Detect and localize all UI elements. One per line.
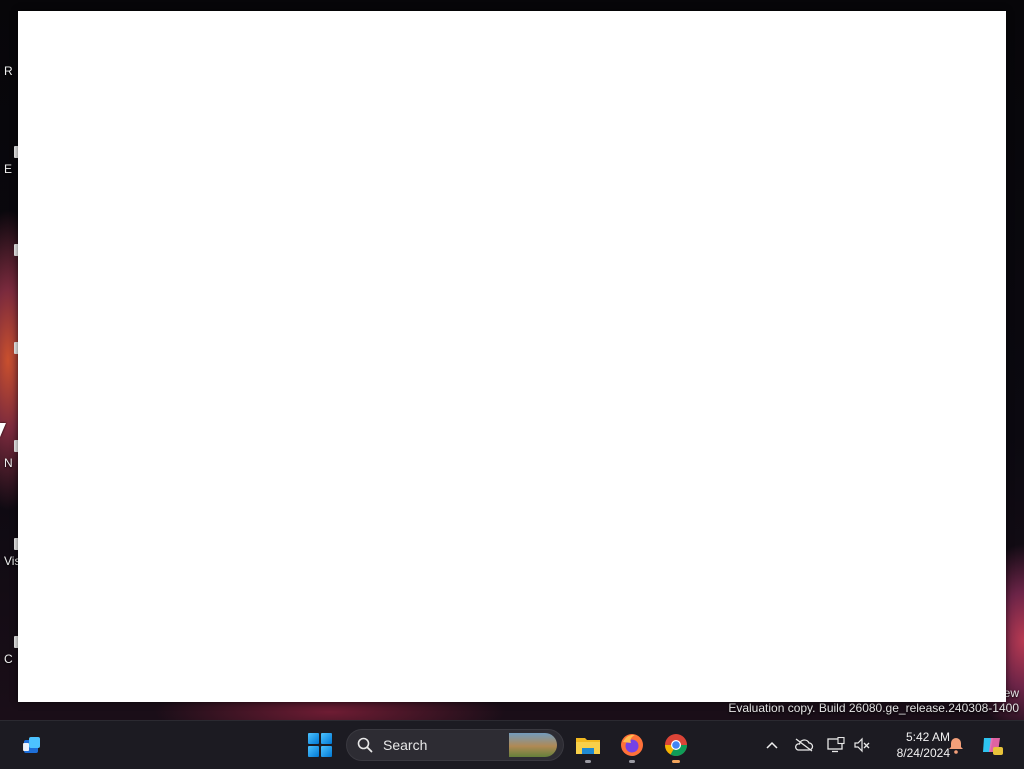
widgets-icon [23, 737, 40, 753]
network-button[interactable] [824, 733, 848, 757]
copilot-icon [983, 738, 1003, 755]
desktop-icon-c[interactable]: C [0, 628, 22, 688]
search-highlight-image [509, 733, 557, 757]
desktop-icon-app[interactable] [0, 236, 22, 296]
notifications-button[interactable] [944, 733, 968, 757]
copilot-button[interactable] [980, 733, 1004, 757]
taskbar-app-chrome[interactable] [656, 725, 696, 765]
widgets-button[interactable] [12, 725, 52, 765]
clock-date: 8/24/2024 [896, 746, 950, 760]
running-indicator [585, 760, 591, 763]
search-icon [357, 737, 373, 753]
folder-icon [576, 738, 600, 754]
clock[interactable]: 5:42 AM 8/24/2024 [876, 729, 950, 761]
bell-icon [949, 738, 963, 754]
desktop-icon-label: N [4, 456, 13, 470]
desktop-icon-label: E [4, 162, 13, 176]
cloud-off-icon [795, 738, 814, 752]
chevron-up-icon [766, 741, 778, 749]
show-hidden-icons-button[interactable] [760, 733, 784, 757]
firefox-icon [621, 734, 643, 756]
desktop-icon-visual-studio[interactable]: Vis [0, 530, 22, 590]
volume-muted-icon [854, 737, 870, 753]
watermark-build: Evaluation copy. Build 26080.ge_release.… [728, 701, 1019, 715]
blank-app-window[interactable] [18, 11, 1006, 702]
display-network-icon [827, 737, 845, 753]
start-button[interactable] [300, 725, 340, 765]
search-label: Search [383, 737, 428, 753]
mouse-cursor-icon [0, 423, 6, 437]
taskbar-app-firefox[interactable] [612, 725, 652, 765]
running-indicator [629, 760, 635, 763]
volume-button[interactable] [850, 733, 874, 757]
windows-logo-icon [308, 733, 332, 757]
desktop-icon-edge[interactable]: E [0, 138, 22, 198]
desktop-icon-recycle-bin[interactable]: R [0, 40, 20, 100]
taskbar-app-file-explorer[interactable] [568, 725, 608, 765]
desktop-icon-label: C [4, 652, 13, 666]
chrome-icon [665, 734, 687, 756]
taskbar: Search 5:42 AM 8/24/2024 [0, 720, 1024, 769]
running-indicator [672, 760, 680, 763]
onedrive-button[interactable] [792, 733, 816, 757]
desktop-icon-label: R [4, 64, 13, 78]
search-box[interactable]: Search [346, 729, 564, 761]
desktop-icon-n[interactable]: N [0, 432, 22, 492]
clock-time: 5:42 AM [905, 730, 950, 744]
desktop-icon-app[interactable] [0, 334, 22, 394]
